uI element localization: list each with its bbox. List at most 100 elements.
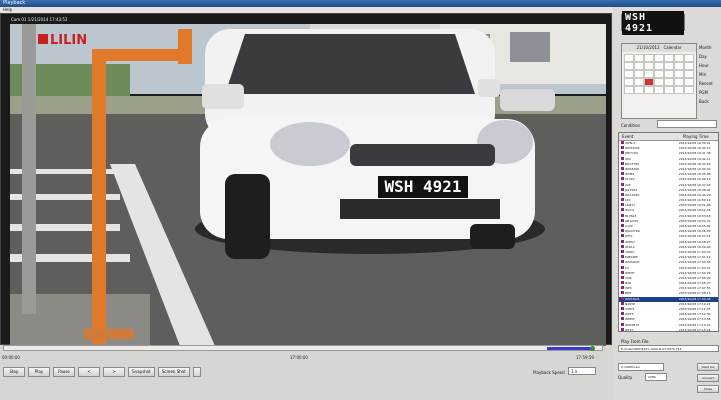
- event-row[interactable]: WF27 2013/10/08 17:15:44: [619, 327, 718, 332]
- event-icon: [621, 249, 624, 253]
- event-icon: [621, 187, 624, 191]
- timeline-fill: [546, 347, 592, 350]
- event-time: 2013/10/08 17:15:44: [678, 327, 711, 332]
- time-start: 00:00:00: [2, 355, 20, 360]
- calendar-day[interactable]: [664, 70, 674, 78]
- event-icon: [621, 296, 624, 300]
- calendar-day[interactable]: [674, 70, 684, 78]
- car-plate: WSH 4921: [384, 177, 461, 196]
- lilin-logo: LILIN: [50, 33, 87, 48]
- calendar-day[interactable]: [674, 62, 684, 70]
- event-icon: [621, 151, 624, 155]
- plate-display-text: WSH 4921: [622, 10, 684, 35]
- event-icon: [621, 234, 624, 238]
- playing-time-column-header[interactable]: Playing Time: [680, 133, 709, 140]
- calendar-day[interactable]: [634, 54, 644, 62]
- event-icon: [621, 203, 624, 207]
- calendar-day[interactable]: [624, 78, 634, 86]
- event-name-text: CMS: [625, 275, 632, 280]
- event-list[interactable]: Event Playing Time WPN-3 2013/10/08 16:39…: [618, 132, 719, 332]
- event-column-header[interactable]: Event: [619, 133, 680, 140]
- convert-button[interactable]: Convert: [697, 374, 719, 382]
- condition-input[interactable]: [657, 120, 717, 128]
- calendar-day[interactable]: [664, 62, 674, 70]
- calendar-day[interactable]: [684, 70, 694, 78]
- calendar-day[interactable]: [654, 62, 664, 70]
- timeline-handle[interactable]: [590, 346, 595, 351]
- time-end: 17:59:59: [576, 355, 594, 360]
- calendar-day[interactable]: [624, 70, 634, 78]
- calendar-day[interactable]: [664, 54, 674, 62]
- start-button[interactable]: Start Ins: [697, 363, 719, 371]
- calendar-day[interactable]: [644, 62, 654, 70]
- playback-speed-select[interactable]: 1 x: [568, 367, 596, 375]
- timeline-slider[interactable]: [3, 345, 603, 351]
- date-option[interactable]: Day: [699, 52, 721, 61]
- calendar-day[interactable]: [634, 86, 644, 94]
- calendar-day[interactable]: [644, 86, 654, 94]
- calendar-day[interactable]: [654, 86, 664, 94]
- event-icon: [621, 260, 624, 264]
- export-path-input[interactable]: C:\VIDEO.avi: [618, 363, 664, 371]
- event-icon: [621, 265, 624, 269]
- calendar-day[interactable]: [644, 54, 654, 62]
- event-name-text: WSH4921: [625, 296, 640, 301]
- calendar-day[interactable]: [684, 54, 694, 62]
- extra-button[interactable]: [192, 367, 201, 377]
- event-icon: [621, 255, 624, 259]
- calendar-day[interactable]: [674, 54, 684, 62]
- calendar-day[interactable]: [624, 54, 634, 62]
- calendar-grid[interactable]: [622, 52, 696, 96]
- calendar-day[interactable]: [644, 70, 654, 78]
- date-option[interactable]: Back: [699, 97, 721, 106]
- calendar-day[interactable]: [654, 78, 664, 86]
- next-frame-button[interactable]: >: [103, 367, 125, 377]
- video-view[interactable]: WSH 4921 LILIN: [10, 24, 606, 346]
- calendar-day[interactable]: [684, 78, 694, 86]
- calendar-day[interactable]: [644, 78, 654, 86]
- event-name: WF27: [619, 327, 679, 331]
- event-name-text: S1322: [625, 177, 635, 182]
- calendar-day[interactable]: [684, 86, 694, 94]
- play-from-file-path[interactable]: E:\Video\WSH4921-1200-N-03-0975.712: [618, 345, 719, 352]
- calendar-day[interactable]: [624, 86, 634, 94]
- event-name-text: BHV3785: [625, 161, 640, 166]
- calendar-day[interactable]: [684, 62, 694, 70]
- event-name-text: C5: [625, 265, 630, 270]
- event-name-text: WPA5490: [625, 166, 640, 171]
- event-icon: [621, 327, 624, 331]
- date-option[interactable]: PGM: [699, 88, 721, 97]
- calendar-day[interactable]: [634, 70, 644, 78]
- calendar-day[interactable]: [654, 70, 664, 78]
- calendar-day[interactable]: [664, 78, 674, 86]
- date-option[interactable]: Recent: [699, 79, 721, 88]
- calendar-day[interactable]: [634, 78, 644, 86]
- event-name-text: MM9485: [625, 255, 638, 260]
- event-icon: [621, 301, 624, 305]
- calendar-day[interactable]: [674, 86, 684, 94]
- close-button[interactable]: Close: [697, 385, 719, 393]
- event-icon: [621, 177, 624, 181]
- quality-select[interactable]: AVML: [645, 373, 667, 381]
- event-name-text: WRM3: [625, 317, 635, 322]
- previous-frame-button[interactable]: <: [78, 367, 100, 377]
- calendar-day[interactable]: [664, 86, 674, 94]
- pause-button[interactable]: Pause: [53, 367, 75, 377]
- snapshot-button[interactable]: Snapshot: [128, 367, 155, 377]
- date-option[interactable]: Min: [699, 70, 721, 79]
- stop-button[interactable]: Stop: [3, 367, 25, 377]
- calendar-day[interactable]: [624, 62, 634, 70]
- event-name-text: LKS: [625, 198, 631, 203]
- calendar-day[interactable]: [634, 62, 644, 70]
- play-from-file-label: Play From File: [621, 339, 649, 344]
- calendar-day[interactable]: [674, 78, 684, 86]
- calendar-day[interactable]: [654, 54, 664, 62]
- event-name-text: BL7603: [625, 213, 637, 218]
- date-options[interactable]: Month Day Hour Min Recent PGM Back: [699, 43, 721, 106]
- play-button[interactable]: Play: [28, 367, 50, 377]
- event-name-text: JHHV: [625, 234, 633, 239]
- calendar[interactable]: 21/10/2013 Calendar: [621, 43, 697, 119]
- date-option[interactable]: Hour: [699, 61, 721, 70]
- screen-shot-button[interactable]: Screen Shot: [157, 367, 190, 377]
- date-option[interactable]: Month: [699, 43, 721, 52]
